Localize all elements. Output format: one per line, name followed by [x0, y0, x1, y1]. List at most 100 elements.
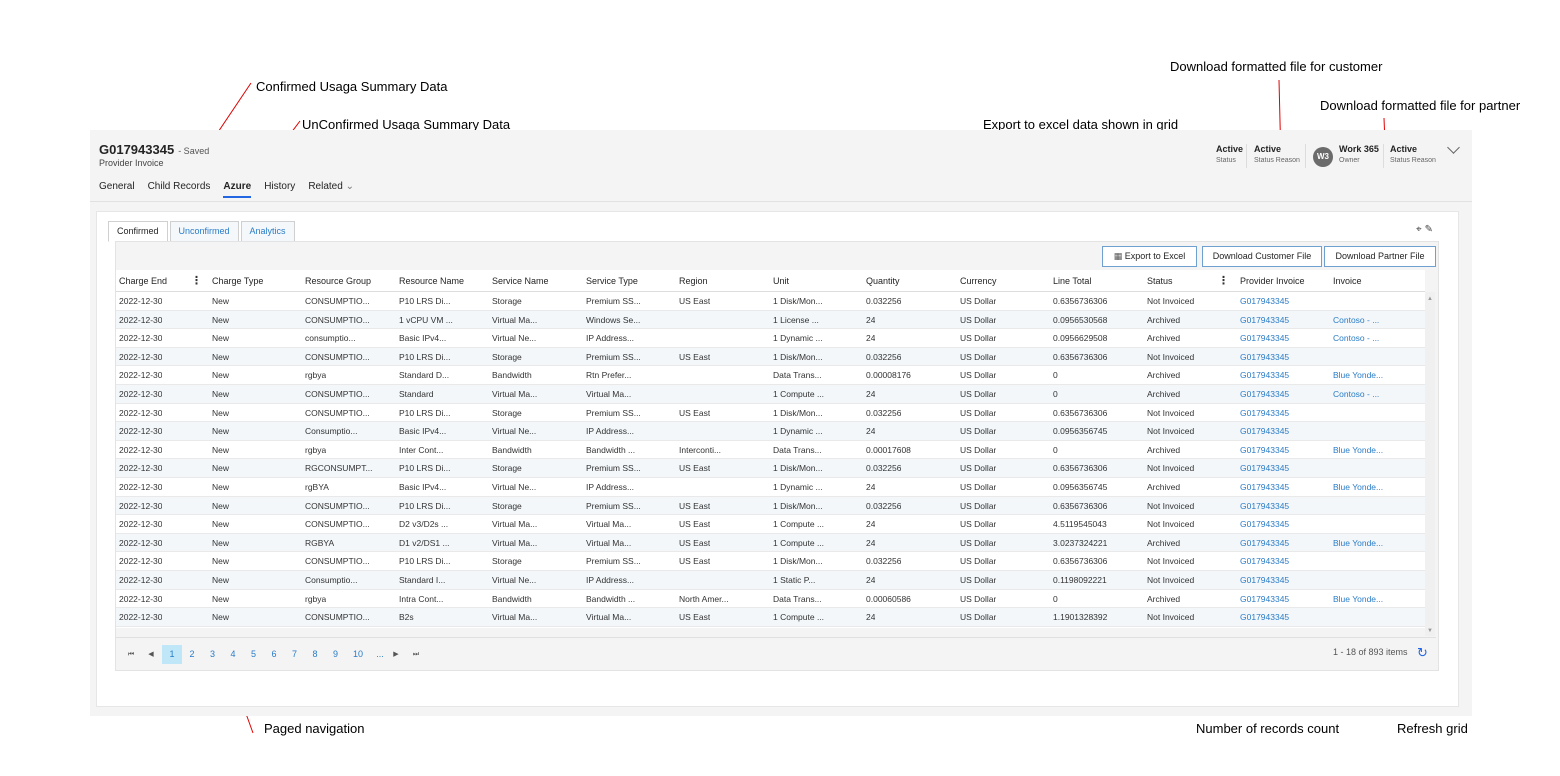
column-header[interactable]: Region	[679, 276, 708, 286]
column-header[interactable]: Provider Invoice	[1240, 276, 1305, 286]
tab-history[interactable]: History	[264, 181, 295, 198]
tab-azure[interactable]: Azure	[223, 181, 251, 198]
page-number[interactable]: 9	[330, 645, 342, 664]
table-cell-link[interactable]: G017943345	[1240, 575, 1289, 585]
table-row[interactable]: 2022-12-30 New rgbya Standard D... Bandwidth…	[116, 366, 1425, 385]
table-row[interactable]: 2022-12-30 New Consumptio... Standard I... V…	[116, 571, 1425, 590]
table-cell-link[interactable]: Blue Yonde...	[1333, 445, 1383, 455]
table-cell-link[interactable]: Blue Yonde...	[1333, 594, 1383, 604]
table-cell-link[interactable]: G017943345	[1240, 315, 1289, 325]
table-row[interactable]: 2022-12-30 New Consumptio... Basic IPv4... V…	[116, 422, 1425, 441]
table-cell-link[interactable]: G017943345	[1240, 519, 1289, 529]
table-cell: Archived	[1147, 314, 1181, 325]
column-header[interactable]: Currency	[960, 276, 997, 286]
table-row[interactable]: 2022-12-30 New RGBYA D1 v2/DS1 ... Virtual M…	[116, 533, 1425, 553]
page-number[interactable]: 2	[186, 645, 198, 664]
table-row[interactable]: 2022-12-30 New CONSUMPTIO... D2 v3/D2s ... V…	[116, 515, 1425, 534]
table-cell-link[interactable]: G017943345	[1240, 612, 1289, 622]
table-cell-link[interactable]: G017943345	[1240, 333, 1289, 343]
table-cell-link[interactable]: Blue Yonde...	[1333, 370, 1383, 380]
column-header[interactable]: Service Name	[492, 276, 549, 286]
table-cell-link[interactable]: G017943345	[1240, 370, 1289, 380]
last-page-icon[interactable]: ⏭	[410, 645, 422, 664]
table-cell-link[interactable]: Blue Yonde...	[1333, 482, 1383, 492]
table-row[interactable]: 2022-12-30 New consumptio... Basic IPv4... V…	[116, 329, 1425, 348]
table-cell: 2022-12-30	[119, 314, 163, 325]
table-cell-link[interactable]: G017943345	[1240, 296, 1289, 306]
page-number[interactable]: 10	[350, 645, 366, 664]
page-number[interactable]: 1	[162, 645, 182, 664]
export-to-excel-button[interactable]: ▦ Export to Excel	[1102, 246, 1197, 267]
table-cell-link[interactable]: Contoso - ...	[1333, 315, 1379, 325]
table-cell-link[interactable]: Contoso - ...	[1333, 333, 1379, 343]
table-cell-link[interactable]: G017943345	[1240, 556, 1289, 566]
subtab-confirmed[interactable]: Confirmed	[108, 221, 168, 242]
table-cell-link[interactable]: Blue Yonde...	[1333, 538, 1383, 548]
column-header[interactable]: Unit	[773, 276, 789, 286]
column-header[interactable]: Quantity	[866, 276, 900, 286]
table-cell: CONSUMPTIO...	[305, 556, 370, 567]
table-row[interactable]: 2022-12-30 New CONSUMPTIO... B2s Virtual Ma.…	[116, 608, 1425, 627]
page-number[interactable]: 8	[309, 645, 321, 664]
page-number[interactable]: ...	[372, 645, 388, 664]
table-row[interactable]: 2022-12-30 New CONSUMPTIO... P10 LRS Di... S…	[116, 552, 1425, 571]
table-row[interactable]: 2022-12-30 New rgbya Inter Cont... Bandwidth…	[116, 441, 1425, 460]
column-header[interactable]: Resource Name	[399, 276, 464, 286]
tab-child-records[interactable]: Child Records	[148, 181, 211, 198]
page-number[interactable]: 7	[289, 645, 301, 664]
page-number[interactable]: 4	[227, 645, 239, 664]
download-partner-file-button[interactable]: Download Partner File	[1324, 246, 1436, 267]
first-page-icon[interactable]: ⏮	[125, 645, 137, 664]
tab-related[interactable]: Related ⌄	[308, 181, 354, 198]
column-header[interactable]: Status	[1147, 276, 1173, 286]
next-page-icon[interactable]: ▶	[390, 645, 402, 664]
table-cell: 2022-12-30	[119, 426, 163, 437]
table-row[interactable]: 2022-12-30 New CONSUMPTIO... P10 LRS Di... S…	[116, 496, 1425, 516]
scroll-down-icon[interactable]: ▼	[1427, 628, 1433, 634]
page-number[interactable]: 5	[248, 645, 260, 664]
column-menu-icon[interactable]: ⋮	[1218, 274, 1229, 287]
prev-page-icon[interactable]: ◀	[145, 645, 157, 664]
table-row[interactable]: 2022-12-30 New CONSUMPTIO... Standard Virtua…	[116, 385, 1425, 404]
subtab-unconfirmed[interactable]: Unconfirmed	[169, 221, 239, 242]
expand-icon[interactable]: ⌖	[1416, 224, 1422, 235]
table-row[interactable]: 2022-12-30 New CONSUMPTIO... P10 LRS Di... S…	[116, 404, 1425, 423]
table-cell-link[interactable]: G017943345	[1240, 445, 1289, 455]
tab-general[interactable]: General	[99, 181, 135, 198]
subtab-analytics[interactable]: Analytics	[240, 221, 295, 242]
column-header[interactable]: Resource Group	[305, 276, 371, 286]
owner-link[interactable]: Work 365	[1339, 144, 1379, 154]
scroll-up-icon[interactable]: ▲	[1427, 296, 1433, 302]
page-number[interactable]: 6	[268, 645, 280, 664]
edit-icon[interactable]: ✎	[1425, 224, 1433, 235]
grid-scrollbar[interactable]: ▲ ▼	[1425, 292, 1435, 636]
table-cell: 1 Disk/Mon...	[773, 463, 823, 474]
table-row[interactable]: 2022-12-30 New CONSUMPTIO... 1 vCPU VM ... V…	[116, 310, 1425, 330]
table-row[interactable]: 2022-12-30 New RGCONSUMPT... P10 LRS Di... S…	[116, 459, 1425, 478]
column-header[interactable]: Charge End	[119, 276, 167, 286]
table-cell-link[interactable]: G017943345	[1240, 501, 1289, 511]
refresh-icon[interactable]: ↻	[1417, 645, 1428, 661]
table-row[interactable]: 2022-12-30 New CONSUMPTIO... P10 LRS Di... S…	[116, 347, 1425, 367]
table-cell-link[interactable]: G017943345	[1240, 389, 1289, 399]
page-number[interactable]: 3	[207, 645, 219, 664]
column-header[interactable]: Invoice	[1333, 276, 1362, 286]
table-cell: IP Address...	[586, 333, 635, 344]
table-cell-link[interactable]: G017943345	[1240, 482, 1289, 492]
table-cell-link[interactable]: G017943345	[1240, 352, 1289, 362]
table-row[interactable]: 2022-12-30 New rgbya Intra Cont... Bandwidth…	[116, 590, 1425, 609]
column-menu-icon[interactable]: ⋮	[191, 274, 202, 287]
column-header[interactable]: Charge Type	[212, 276, 263, 286]
table-cell-link[interactable]: G017943345	[1240, 426, 1289, 436]
table-cell-link[interactable]: Contoso - ...	[1333, 389, 1379, 399]
table-cell: Archived	[1147, 444, 1181, 455]
table-cell-link[interactable]: G017943345	[1240, 408, 1289, 418]
column-header[interactable]: Line Total	[1053, 276, 1091, 286]
table-cell-link[interactable]: G017943345	[1240, 463, 1289, 473]
table-cell-link[interactable]: G017943345	[1240, 538, 1289, 548]
table-row[interactable]: 2022-12-30 New rgBYA Basic IPv4... Virtual N…	[116, 478, 1425, 497]
table-cell-link[interactable]: G017943345	[1240, 594, 1289, 604]
column-header[interactable]: Service Type	[586, 276, 638, 286]
table-row[interactable]: 2022-12-30 New CONSUMPTIO... P10 LRS Di... S…	[116, 292, 1425, 311]
download-customer-file-button[interactable]: Download Customer File	[1202, 246, 1322, 267]
